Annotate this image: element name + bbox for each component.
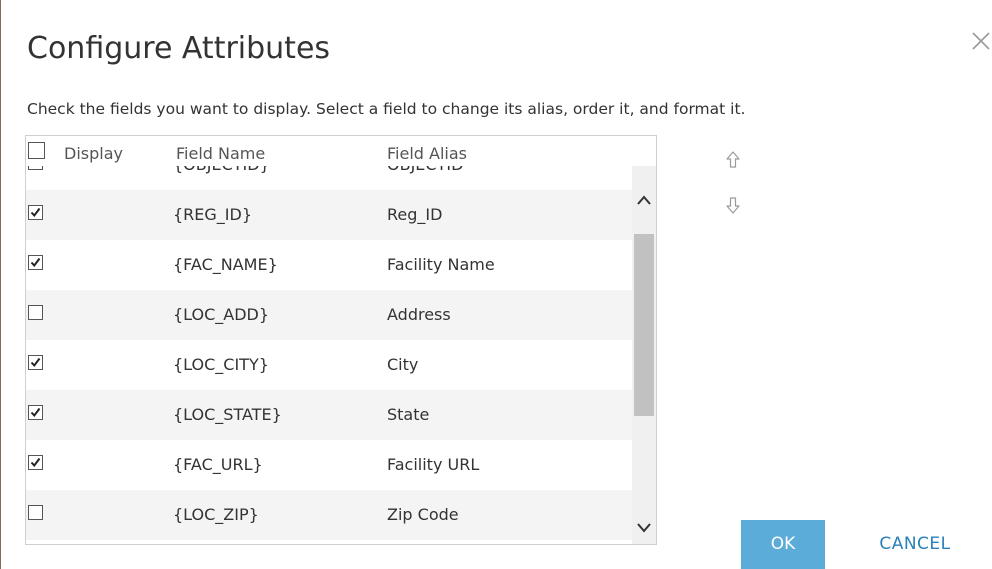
cancel-button[interactable]: CANCEL	[850, 520, 980, 569]
dialog-title: Configure Attributes	[27, 31, 331, 66]
instructions-text: Check the fields you want to display. Se…	[27, 100, 746, 118]
table-header: Display Field Name Field Alias	[26, 136, 656, 166]
scrollbar-thumb[interactable]	[634, 234, 654, 416]
column-header-display[interactable]: Display	[64, 144, 123, 163]
window-edge	[0, 0, 1, 569]
field-alias-cell: Facility URL	[387, 455, 480, 474]
field-alias-cell: Zip Code	[387, 505, 459, 524]
arrow-down-icon[interactable]	[724, 195, 742, 215]
field-alias-cell: City	[387, 355, 419, 374]
table-row[interactable]: {FAC_URL} Facility URL	[26, 440, 632, 490]
field-name-cell: {LOC_STATE}	[173, 405, 282, 424]
chevron-up-icon[interactable]	[632, 184, 656, 216]
table-row[interactable]: {REG_ID} Reg_ID	[26, 190, 632, 240]
table-row[interactable]: {LOC_CITY} City	[26, 340, 632, 390]
chevron-down-icon[interactable]	[632, 512, 656, 544]
field-name-cell: {LOC_CITY}	[173, 355, 269, 374]
table-body: {OBJECTID} OBJECTID {REG_ID} Reg_ID {FAC_NAM…	[26, 166, 632, 544]
field-name-cell: {LOC_ZIP}	[173, 505, 259, 524]
display-checkbox[interactable]	[28, 205, 43, 220]
field-name-cell: {LOC_ADD}	[173, 305, 270, 324]
display-checkbox[interactable]	[28, 255, 43, 270]
arrow-up-icon[interactable]	[724, 150, 742, 170]
display-checkbox[interactable]	[28, 455, 43, 470]
field-alias-cell: Address	[387, 305, 451, 324]
table-rows: {OBJECTID} OBJECTID {REG_ID} Reg_ID {FAC_NAM…	[26, 166, 632, 540]
table-row[interactable]: {LOC_ADD} Address	[26, 290, 632, 340]
display-checkbox[interactable]	[28, 505, 43, 520]
close-icon[interactable]	[970, 30, 992, 52]
field-alias-cell: OBJECTID	[387, 166, 463, 175]
column-header-field-name[interactable]: Field Name	[176, 144, 265, 163]
display-checkbox[interactable]	[28, 405, 43, 420]
select-all-checkbox[interactable]	[28, 142, 45, 159]
field-name-cell: {REG_ID}	[173, 205, 253, 224]
vertical-scrollbar[interactable]	[632, 166, 656, 544]
field-name-cell: {OBJECTID}	[173, 166, 270, 175]
field-alias-cell: Reg_ID	[387, 205, 443, 224]
table-row[interactable]: {LOC_ZIP} Zip Code	[26, 490, 632, 540]
field-name-cell: {FAC_NAME}	[173, 255, 278, 274]
display-checkbox[interactable]	[28, 355, 43, 370]
ok-button[interactable]: OK	[741, 520, 825, 569]
fields-table: Display Field Name Field Alias {OBJECTID…	[25, 135, 657, 545]
display-checkbox[interactable]	[28, 166, 43, 170]
field-alias-cell: State	[387, 405, 430, 424]
column-header-field-alias[interactable]: Field Alias	[387, 144, 467, 163]
table-row[interactable]: {FAC_NAME} Facility Name	[26, 240, 632, 290]
field-alias-cell: Facility Name	[387, 255, 495, 274]
table-row[interactable]: {LOC_STATE} State	[26, 390, 632, 440]
table-row[interactable]: {OBJECTID} OBJECTID	[26, 166, 632, 190]
display-checkbox[interactable]	[28, 305, 43, 320]
configure-attributes-dialog: Configure Attributes Check the fields yo…	[0, 0, 992, 569]
field-name-cell: {FAC_URL}	[173, 455, 263, 474]
